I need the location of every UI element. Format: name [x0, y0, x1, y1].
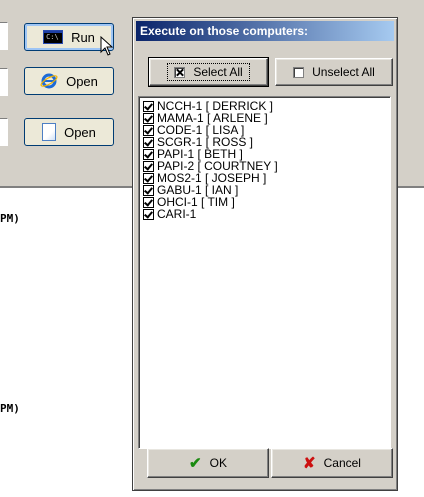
ok-label: OK	[209, 456, 227, 470]
mouse-cursor-icon	[100, 36, 114, 56]
checkbox[interactable]	[143, 160, 154, 172]
cancel-button[interactable]: ✘ Cancel	[271, 448, 393, 478]
cancel-x-icon: ✘	[303, 455, 316, 472]
open-button-2-label: Open	[64, 124, 96, 140]
open-button-1-label: Open	[66, 73, 98, 89]
select-all-focus: Select All	[167, 63, 250, 81]
internet-explorer-icon	[40, 72, 58, 90]
left-input-field-2[interactable]	[0, 68, 8, 96]
checkbox[interactable]	[143, 148, 154, 160]
ok-button[interactable]: ✔ OK	[147, 448, 269, 478]
output-line-1: PM)	[0, 212, 20, 225]
checkbox[interactable]	[143, 112, 154, 124]
dialog-title: Execute on those computers:	[136, 21, 394, 41]
checkbox[interactable]	[143, 124, 154, 136]
checkbox[interactable]	[143, 172, 154, 184]
list-item[interactable]: CARI-1	[143, 208, 390, 220]
checkbox[interactable]	[143, 196, 154, 208]
cancel-label: Cancel	[323, 456, 361, 470]
open-button-1[interactable]: Open	[24, 67, 114, 95]
unchecked-box-icon	[293, 66, 305, 78]
checkbox[interactable]	[143, 184, 154, 196]
checkmark-icon: ✔	[189, 455, 202, 472]
left-input-field-1[interactable]	[0, 22, 8, 50]
computer-list[interactable]: NCCH-1 [ DERRICK ] MAMA-1 [ ARLENE ] COD…	[138, 96, 391, 449]
command-prompt-icon: C:\	[43, 30, 64, 44]
checked-box-icon	[174, 66, 186, 78]
run-button-label: Run	[71, 29, 95, 45]
checkbox[interactable]	[143, 136, 154, 148]
checkbox[interactable]	[143, 100, 154, 112]
select-all-button[interactable]: Select All	[148, 57, 269, 87]
output-line-2: PM)	[0, 402, 20, 415]
list-item-label: CARI-1	[157, 207, 197, 221]
left-input-field-3[interactable]	[0, 118, 8, 146]
execute-dialog: Execute on those computers: Select All U…	[132, 17, 398, 491]
checkbox[interactable]	[143, 208, 154, 220]
select-all-label: Select All	[193, 65, 243, 79]
document-icon	[42, 123, 57, 141]
unselect-all-label: Unselect All	[312, 65, 375, 79]
unselect-all-button[interactable]: Unselect All	[275, 58, 393, 86]
open-button-2[interactable]: Open	[24, 118, 114, 146]
